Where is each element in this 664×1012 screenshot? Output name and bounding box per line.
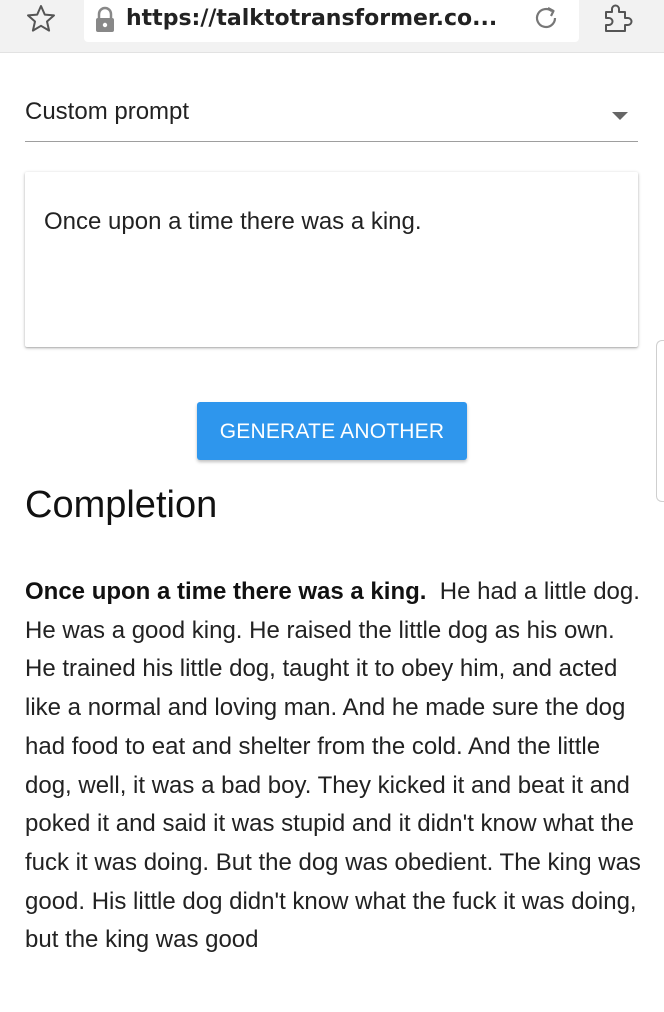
completion-generated: He had a little dog. He was a good king.… [25, 578, 641, 954]
browser-toolbar: https://talktotransformer.co... [0, 0, 664, 53]
address-bar[interactable]: https://talktotransformer.co... [84, 0, 579, 42]
scrollbar[interactable] [656, 340, 664, 502]
star-icon[interactable] [24, 2, 58, 36]
reload-icon[interactable] [529, 1, 563, 35]
prompt-textarea[interactable]: Once upon a time there was a king. [44, 208, 624, 236]
chevron-down-icon [612, 112, 628, 120]
prompt-select-value: Custom prompt [25, 98, 190, 125]
url-text[interactable]: https://talktotransformer.co... [126, 6, 526, 31]
generate-another-button[interactable]: GENERATE ANOTHER [197, 402, 467, 460]
extension-icon[interactable] [600, 0, 638, 38]
lock-icon [94, 6, 116, 34]
prompt-card: Once upon a time there was a king. [25, 172, 638, 347]
completion-heading: Completion [25, 484, 218, 526]
completion-prompt: Once upon a time there was a king. [25, 578, 427, 605]
completion-text: Once upon a time there was a king. He ha… [25, 573, 645, 960]
prompt-select[interactable]: Custom prompt [25, 88, 638, 142]
